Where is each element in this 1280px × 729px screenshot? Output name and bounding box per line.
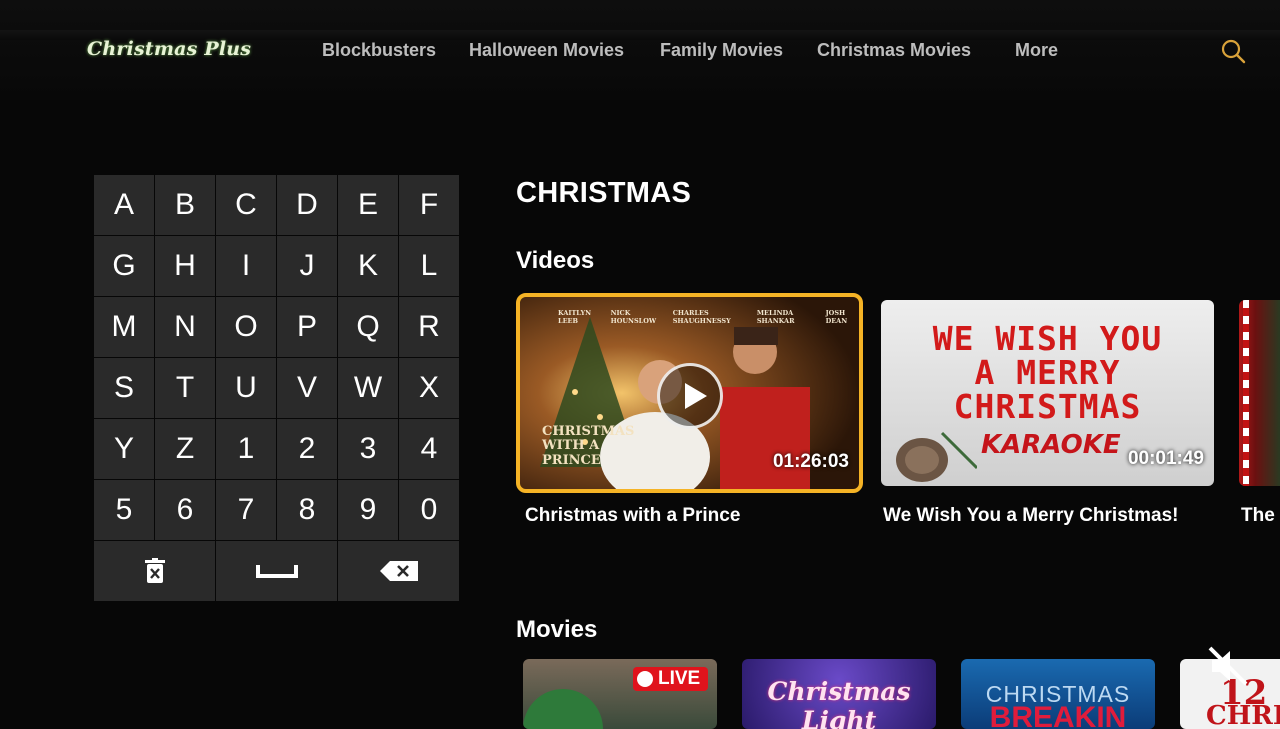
nav-family-movies[interactable]: Family Movies xyxy=(660,40,783,61)
key-0[interactable]: 0 xyxy=(399,480,459,540)
space-icon xyxy=(255,563,298,579)
nav-christmas-movies[interactable]: Christmas Movies xyxy=(817,40,971,61)
cast-name: JOSH DEAN xyxy=(825,309,848,325)
mute-icon[interactable] xyxy=(1206,644,1250,688)
poster-line: CHRISTMAS xyxy=(953,387,1142,426)
pinecone-icon xyxy=(896,431,977,482)
video-card[interactable] xyxy=(1239,300,1280,486)
key-l[interactable]: L xyxy=(399,236,459,296)
key-6[interactable]: 6 xyxy=(155,480,215,540)
search-icon[interactable] xyxy=(1220,38,1246,64)
video-title[interactable]: Christmas with a Prince xyxy=(525,505,740,527)
key-3[interactable]: 3 xyxy=(338,419,398,479)
key-k[interactable]: K xyxy=(338,236,398,296)
nav-blockbusters[interactable]: Blockbusters xyxy=(322,40,436,61)
key-g[interactable]: G xyxy=(94,236,154,296)
search-query: CHRISTMAS xyxy=(516,177,692,209)
nav-more[interactable]: More xyxy=(1015,40,1058,61)
top-bar: Christmas Plus Blockbusters Halloween Mo… xyxy=(0,0,1280,100)
trash-icon xyxy=(144,558,166,584)
live-badge: LIVE xyxy=(633,667,709,691)
candy-cane-stripe xyxy=(1243,300,1249,486)
key-v[interactable]: V xyxy=(277,358,337,418)
live-badge-label: LIVE xyxy=(658,668,701,689)
video-title[interactable]: We Wish You a Merry Christmas! xyxy=(883,505,1178,527)
section-movies-heading: Movies xyxy=(516,616,598,643)
video-duration: 00:01:49 xyxy=(1127,448,1204,469)
key-m[interactable]: M xyxy=(94,297,154,357)
poster-title: CHRISTMAS WITH A PRINCE xyxy=(542,424,635,468)
key-w[interactable]: W xyxy=(338,358,398,418)
poster-line: WE WISH YOU xyxy=(932,319,1163,358)
movie-card[interactable]: Christmas Light xyxy=(742,659,936,729)
cast-name: NICK HOUNSLOW xyxy=(610,309,657,325)
cast-name: KAITLYN LEEB xyxy=(558,309,592,325)
backspace-button[interactable] xyxy=(338,541,459,601)
key-y[interactable]: Y xyxy=(94,419,154,479)
key-x[interactable]: X xyxy=(399,358,459,418)
space-button[interactable] xyxy=(216,541,337,601)
video-card[interactable]: WE WISH YOU A MERRY CHRISTMAS KARAOKE 00… xyxy=(881,300,1214,486)
poster-title: Christmas Light xyxy=(767,677,911,729)
key-u[interactable]: U xyxy=(216,358,276,418)
key-o[interactable]: O xyxy=(216,297,276,357)
app-logo[interactable]: Christmas Plus xyxy=(87,38,251,60)
key-i[interactable]: I xyxy=(216,236,276,296)
key-n[interactable]: N xyxy=(155,297,215,357)
nav-halloween-movies[interactable]: Halloween Movies xyxy=(469,40,624,61)
key-p[interactable]: P xyxy=(277,297,337,357)
key-e[interactable]: E xyxy=(338,175,398,235)
cast-name: MELINDA SHANKAR xyxy=(756,309,795,325)
play-icon[interactable] xyxy=(657,363,723,429)
poster-cast: KAITLYN LEEB NICK HOUNSLOW CHARLES SHAUG… xyxy=(558,309,859,325)
key-s[interactable]: S xyxy=(94,358,154,418)
key-q[interactable]: Q xyxy=(338,297,398,357)
key-t[interactable]: T xyxy=(155,358,215,418)
movie-card[interactable]: CHRISTMAS BREAKIN xyxy=(961,659,1155,729)
key-7[interactable]: 7 xyxy=(216,480,276,540)
key-2[interactable]: 2 xyxy=(277,419,337,479)
key-r[interactable]: R xyxy=(399,297,459,357)
key-a[interactable]: A xyxy=(94,175,154,235)
play-icon xyxy=(637,671,653,687)
key-4[interactable]: 4 xyxy=(399,419,459,479)
search-keyboard: ABCDEF GHIJKL MNOPQR STUVWX YZ1234 567890 xyxy=(94,175,460,602)
movie-card[interactable]: LIVE xyxy=(523,659,717,729)
section-videos-heading: Videos xyxy=(516,247,595,274)
key-c[interactable]: C xyxy=(216,175,276,235)
poster-art xyxy=(523,689,603,729)
video-duration: 01:26:03 xyxy=(772,451,849,472)
poster-text: WE WISH YOU A MERRY CHRISTMAS xyxy=(881,322,1214,424)
key-j[interactable]: J xyxy=(277,236,337,296)
key-d[interactable]: D xyxy=(277,175,337,235)
clear-button[interactable] xyxy=(94,541,215,601)
key-b[interactable]: B xyxy=(155,175,215,235)
key-f[interactable]: F xyxy=(399,175,459,235)
poster-line: A MERRY xyxy=(974,353,1121,392)
key-8[interactable]: 8 xyxy=(277,480,337,540)
key-z[interactable]: Z xyxy=(155,419,215,479)
poster-subtitle: KARAOKE xyxy=(981,430,1121,460)
key-5[interactable]: 5 xyxy=(94,480,154,540)
key-1[interactable]: 1 xyxy=(216,419,276,479)
backspace-icon xyxy=(379,561,418,581)
key-9[interactable]: 9 xyxy=(338,480,398,540)
video-card[interactable]: KAITLYN LEEB NICK HOUNSLOW CHARLES SHAUG… xyxy=(516,293,863,493)
poster-subtitle: CHRISTMA xyxy=(1206,701,1280,729)
poster-subtitle: BREAKIN xyxy=(989,701,1127,729)
video-title[interactable]: The I xyxy=(1241,505,1280,527)
cast-name: CHARLES SHAUGHNESSY xyxy=(672,309,731,325)
key-h[interactable]: H xyxy=(155,236,215,296)
